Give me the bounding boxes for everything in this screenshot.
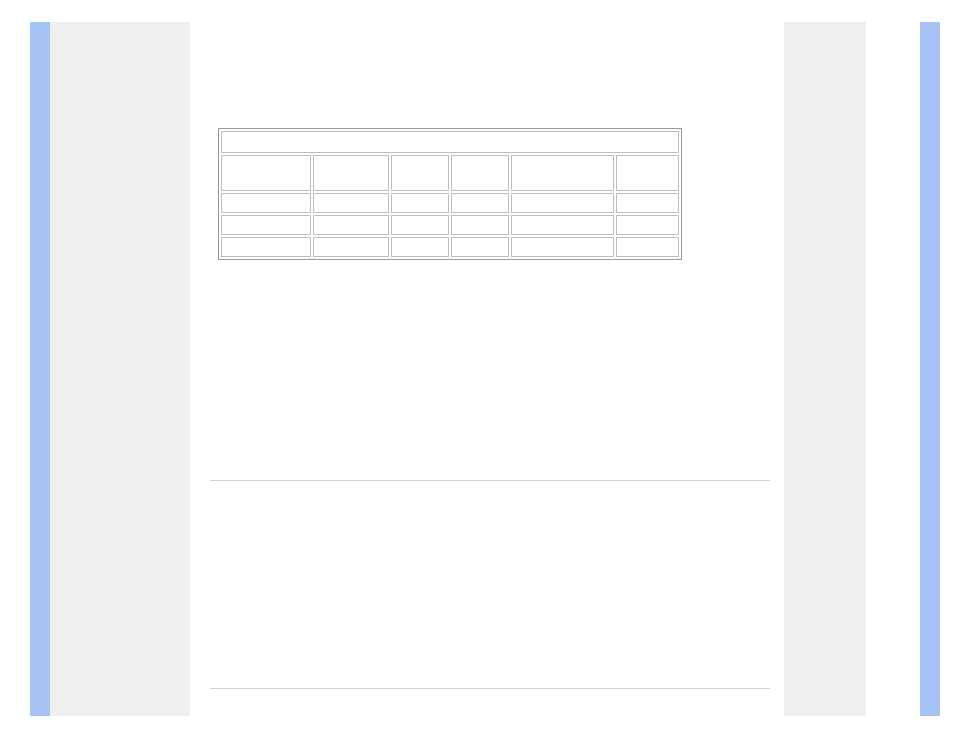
table-row xyxy=(221,193,679,213)
table-header-row xyxy=(221,155,679,191)
data-table xyxy=(218,128,682,260)
cell xyxy=(314,221,318,232)
accent-strip-left xyxy=(30,22,50,716)
cell xyxy=(452,199,456,210)
col-header xyxy=(617,169,621,180)
table-title-row xyxy=(221,131,679,153)
cell xyxy=(512,221,516,232)
left-sidebar xyxy=(50,22,190,716)
cell xyxy=(512,243,516,254)
cell xyxy=(452,221,456,232)
cell xyxy=(617,243,621,254)
cell xyxy=(512,199,516,210)
col-header xyxy=(392,169,396,180)
col-header xyxy=(314,169,318,180)
cell xyxy=(452,243,456,254)
cell xyxy=(314,199,318,210)
cell xyxy=(617,221,621,232)
section-divider xyxy=(210,688,770,689)
right-gap xyxy=(866,22,920,716)
table-title xyxy=(222,138,226,149)
accent-strip-right xyxy=(920,22,940,716)
cell xyxy=(222,243,226,254)
cell xyxy=(222,199,226,210)
col-header xyxy=(512,169,516,180)
right-sidebar xyxy=(784,22,866,716)
cell xyxy=(222,221,226,232)
cell xyxy=(392,221,396,232)
cell xyxy=(392,243,396,254)
table-row xyxy=(221,237,679,257)
col-header xyxy=(222,169,226,180)
table-row xyxy=(221,215,679,235)
cell xyxy=(392,199,396,210)
cell xyxy=(314,243,318,254)
cell xyxy=(617,199,621,210)
main-content xyxy=(190,22,784,716)
col-header xyxy=(452,169,456,180)
data-table-wrap xyxy=(218,128,682,260)
table-title-cell xyxy=(221,131,679,153)
section-divider xyxy=(210,480,770,481)
